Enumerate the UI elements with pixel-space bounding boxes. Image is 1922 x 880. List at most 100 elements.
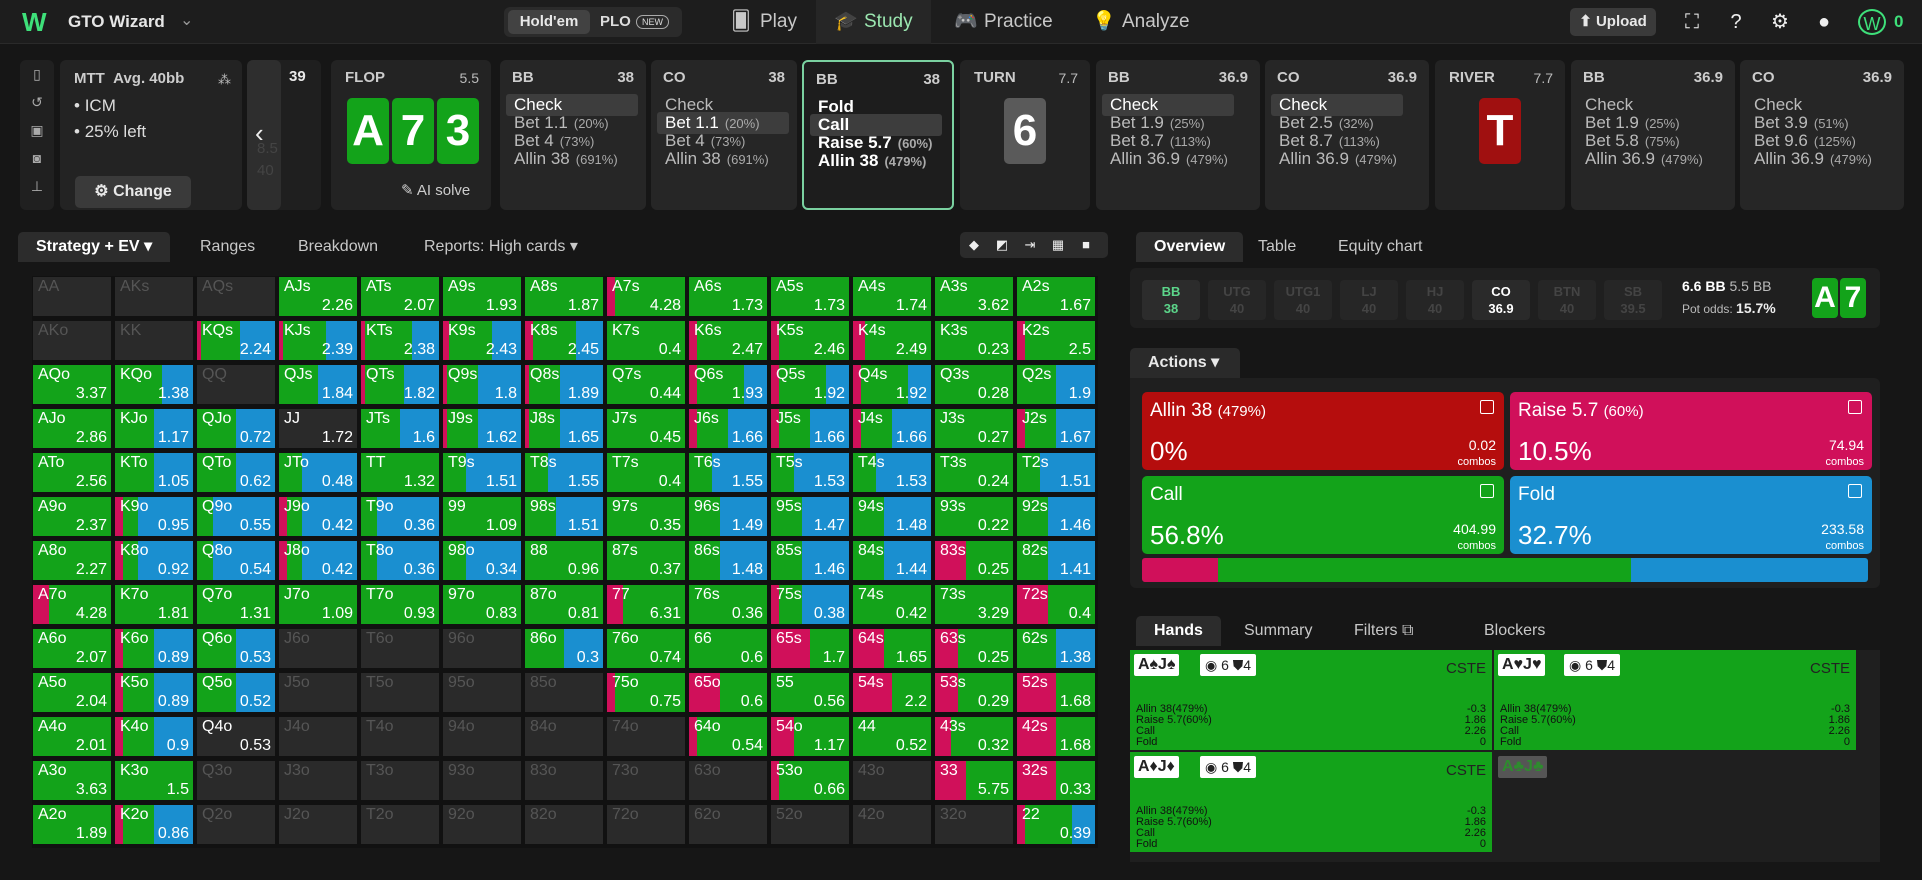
- hand-cell[interactable]: K6s 2.47: [688, 320, 768, 361]
- hand-cell[interactable]: QJs 1.84: [278, 364, 358, 405]
- hand-cell[interactable]: Q9s 1.8: [442, 364, 522, 405]
- cube-icon[interactable]: ◆: [960, 232, 988, 258]
- action-option[interactable]: Allin 38 (691%): [506, 148, 638, 170]
- hand-cell[interactable]: 94s 1.48: [852, 496, 932, 537]
- action-option[interactable]: Allin 36.9 (479%): [1746, 148, 1878, 170]
- hand-cell[interactable]: K4o 0.9: [114, 716, 194, 757]
- hand-cell[interactable]: 82o: [524, 804, 604, 845]
- hand-cell[interactable]: Q5s 1.92: [770, 364, 850, 405]
- hand-cell[interactable]: 95o: [442, 672, 522, 713]
- hand-cell[interactable]: K3o 1.5: [114, 760, 194, 801]
- action-column[interactable]: CO 38 Check Bet 1.1 (20%) Bet 4 (73%) Allin 38(…: [651, 60, 797, 210]
- hand-cell[interactable]: K2o 0.86: [114, 804, 194, 845]
- hand-cell[interactable]: J9s 1.62: [442, 408, 522, 449]
- hand-card[interactable]: A♦J♦ ◉ 6 ⛊4 CSTE Allin 38(479%) -0.3 Raise 5.…: [1130, 752, 1492, 852]
- hand-cell[interactable]: 75s 0.38: [770, 584, 850, 625]
- hand-cell[interactable]: K3s 0.23: [934, 320, 1014, 361]
- slider-track[interactable]: [247, 60, 281, 210]
- hand-cell[interactable]: Q8s 1.89: [524, 364, 604, 405]
- hand-card[interactable]: A♥J♥ ◉ 6 ⛊4 CSTE Allin 38(479%) -0.3 Raise 5.…: [1494, 650, 1856, 750]
- hand-cell[interactable]: 63o: [688, 760, 768, 801]
- hand-cell[interactable]: J5s 1.66: [770, 408, 850, 449]
- hand-cell[interactable]: T3o: [360, 760, 440, 801]
- hand-cell[interactable]: Q5o 0.52: [196, 672, 276, 713]
- hand-cell[interactable]: QTs 1.82: [360, 364, 440, 405]
- action-option[interactable]: Allin 36.9 (479%): [1271, 148, 1403, 170]
- bookmark-icon[interactable]: ▯: [20, 60, 54, 88]
- change-button[interactable]: ⚙ Change: [75, 176, 191, 208]
- grid-icon[interactable]: ▦: [1044, 232, 1072, 258]
- hand-cell[interactable]: K6o 0.89: [114, 628, 194, 669]
- align-icon[interactable]: ⊥: [20, 172, 54, 200]
- hand-cell[interactable]: 73s 3.29: [934, 584, 1014, 625]
- player-seat[interactable]: BB 38: [1142, 280, 1200, 320]
- hand-cell[interactable]: A5o 2.04: [32, 672, 112, 713]
- hand-cell[interactable]: J3o: [278, 760, 358, 801]
- hand-cell[interactable]: KJo 1.17: [114, 408, 194, 449]
- hand-cell[interactable]: J8s 1.65: [524, 408, 604, 449]
- hand-cell[interactable]: J2o: [278, 804, 358, 845]
- hand-cell[interactable]: AJo 2.86: [32, 408, 112, 449]
- hand-cell[interactable]: A3s 3.62: [934, 276, 1014, 317]
- hand-cell[interactable]: 99 1.09: [442, 496, 522, 537]
- hand-cell[interactable]: 73o: [606, 760, 686, 801]
- screenshot-icon[interactable]: ⛶: [1680, 10, 1704, 34]
- hand-cell[interactable]: AQs: [196, 276, 276, 317]
- action-summary-card[interactable]: Fold 32.7% 233.58 combos: [1510, 476, 1872, 554]
- hand-cell[interactable]: 53o 0.66: [770, 760, 850, 801]
- compress-icon[interactable]: ⇥: [1016, 232, 1044, 258]
- hand-cell[interactable]: 84s 1.44: [852, 540, 932, 581]
- hand-cell[interactable]: AKs: [114, 276, 194, 317]
- hand-cell[interactable]: AKo: [32, 320, 112, 361]
- hand-cell[interactable]: JTs 1.6: [360, 408, 440, 449]
- hand-cell[interactable]: KTs 2.38: [360, 320, 440, 361]
- hand-cell[interactable]: A2o 1.89: [32, 804, 112, 845]
- hand-cell[interactable]: T7o 0.93: [360, 584, 440, 625]
- hand-cell[interactable]: J2s 1.67: [1016, 408, 1096, 449]
- hand-cell[interactable]: Q4s 1.92: [852, 364, 932, 405]
- action-option[interactable]: Allin 36.9 (479%): [1577, 148, 1709, 170]
- hand-cell[interactable]: Q2o: [196, 804, 276, 845]
- tab-equity-chart[interactable]: Equity chart: [1320, 232, 1440, 262]
- tab-blockers[interactable]: Blockers: [1466, 616, 1563, 646]
- player-seat[interactable]: UTG 40: [1208, 280, 1266, 320]
- square-icon[interactable]: ■: [1072, 232, 1100, 258]
- hand-cell[interactable]: KK: [114, 320, 194, 361]
- hand-cell[interactable]: 54o 1.17: [770, 716, 850, 757]
- notes-icon[interactable]: [1848, 484, 1862, 498]
- hand-cell[interactable]: 65o 0.6: [688, 672, 768, 713]
- player-seat[interactable]: HJ 40: [1406, 280, 1464, 320]
- notes-icon[interactable]: [1848, 400, 1862, 414]
- player-seat[interactable]: BTN 40: [1538, 280, 1596, 320]
- hand-cell[interactable]: 65s 1.7: [770, 628, 850, 669]
- hand-cell[interactable]: KQs 2.24: [196, 320, 276, 361]
- tab-hands[interactable]: Hands: [1136, 616, 1221, 646]
- hand-cell[interactable]: T8o 0.36: [360, 540, 440, 581]
- action-summary-card[interactable]: Raise 5.7 (60%) 10.5% 74.94 combos: [1510, 392, 1872, 470]
- chevron-down-icon[interactable]: ⌄: [180, 10, 193, 30]
- plo-toggle[interactable]: PLO: [600, 10, 631, 34]
- hand-cell[interactable]: K7o 1.81: [114, 584, 194, 625]
- nav-practice[interactable]: 🎮 Practice: [954, 0, 1053, 44]
- tab-overview[interactable]: Overview: [1136, 232, 1244, 262]
- hand-cell[interactable]: A3o 3.63: [32, 760, 112, 801]
- hand-cell[interactable]: 52o: [770, 804, 850, 845]
- hand-cell[interactable]: 52s 1.68: [1016, 672, 1096, 713]
- hand-cell[interactable]: A9o 2.37: [32, 496, 112, 537]
- action-summary-card[interactable]: Allin 38 (479%) 0% 0.02 combos: [1142, 392, 1504, 470]
- hand-cell[interactable]: Q2s 1.9: [1016, 364, 1096, 405]
- river-panel[interactable]: RIVER 7.7 T: [1435, 60, 1565, 210]
- hand-cell[interactable]: T6o: [360, 628, 440, 669]
- hand-cell[interactable]: ATs 2.07: [360, 276, 440, 317]
- hand-cell[interactable]: 97s 0.35: [606, 496, 686, 537]
- hand-cell[interactable]: 77 6.31: [606, 584, 686, 625]
- action-column[interactable]: CO 36.9 Check Bet 2.5 (32%) Bet 8.7 (113%) Alli…: [1265, 60, 1429, 210]
- hand-cell[interactable]: 54s 2.2: [852, 672, 932, 713]
- hand-cell[interactable]: T7s 0.4: [606, 452, 686, 493]
- hand-cell[interactable]: 32s 0.33: [1016, 760, 1096, 801]
- hand-cell[interactable]: Q8o 0.54: [196, 540, 276, 581]
- hand-cell[interactable]: 75o 0.75: [606, 672, 686, 713]
- hand-cell[interactable]: Q3s 0.28: [934, 364, 1014, 405]
- hand-cell[interactable]: K9o 0.95: [114, 496, 194, 537]
- hand-cell[interactable]: T5o: [360, 672, 440, 713]
